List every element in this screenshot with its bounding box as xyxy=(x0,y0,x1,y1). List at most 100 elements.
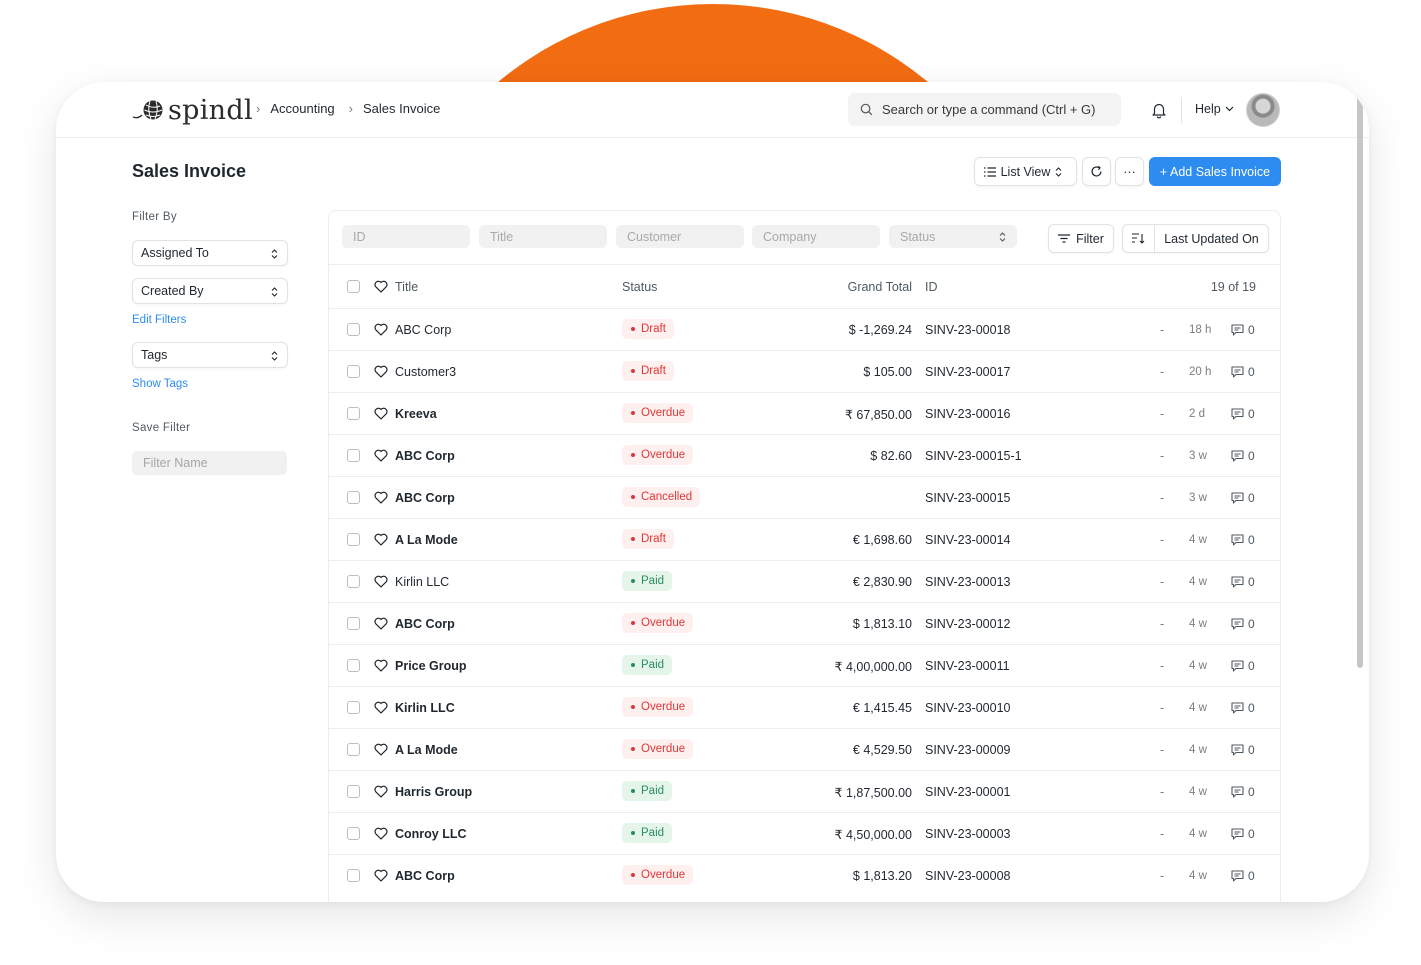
row-checkbox[interactable] xyxy=(347,365,360,378)
heart-icon[interactable] xyxy=(374,869,388,882)
row-comments[interactable]: 0 xyxy=(1231,701,1255,715)
show-tags-link[interactable]: Show Tags xyxy=(132,378,188,390)
row-comments[interactable]: 0 xyxy=(1231,491,1255,505)
assigned-to-select[interactable]: Assigned To xyxy=(132,240,288,266)
row-checkbox[interactable] xyxy=(347,869,360,882)
row-comments[interactable]: 0 xyxy=(1231,323,1255,337)
row-title[interactable]: ABC Corp xyxy=(395,869,455,883)
row-comments[interactable]: 0 xyxy=(1231,365,1255,379)
heart-icon[interactable] xyxy=(374,323,388,336)
sort-field-button[interactable]: Last Updated On xyxy=(1155,225,1268,252)
row-comments[interactable]: 0 xyxy=(1231,659,1255,673)
row-checkbox[interactable] xyxy=(347,617,360,630)
row-comments[interactable]: 0 xyxy=(1231,407,1255,421)
heart-icon[interactable] xyxy=(374,533,388,546)
breadcrumb-sales-invoice[interactable]: Sales Invoice xyxy=(363,101,440,116)
breadcrumb-accounting[interactable]: Accounting xyxy=(270,101,334,116)
row-checkbox[interactable] xyxy=(347,323,360,336)
row-title[interactable]: Kirlin LLC xyxy=(395,575,449,589)
customer-filter-input[interactable]: Customer xyxy=(616,225,744,248)
row-title[interactable]: Customer3 xyxy=(395,365,456,379)
row-checkbox[interactable] xyxy=(347,659,360,672)
row-title[interactable]: Kirlin LLC xyxy=(395,701,455,715)
table-row[interactable]: ABC Corp Overdue $ 82.60 SINV-23-00015-1 - 3 … xyxy=(329,434,1280,476)
heart-icon[interactable] xyxy=(374,827,388,840)
row-checkbox[interactable] xyxy=(347,827,360,840)
row-comments[interactable]: 0 xyxy=(1231,533,1255,547)
filter-button[interactable]: Filter xyxy=(1048,224,1114,253)
table-row[interactable]: Conroy LLC Paid ₹ 4,50,000.00 SINV-23-00003… xyxy=(329,812,1280,854)
heart-icon[interactable] xyxy=(374,659,388,672)
row-comments[interactable]: 0 xyxy=(1231,449,1255,463)
heart-icon[interactable] xyxy=(374,743,388,756)
row-title[interactable]: ABC Corp xyxy=(395,449,455,463)
row-checkbox[interactable] xyxy=(347,449,360,462)
heart-icon[interactable] xyxy=(374,407,388,420)
more-actions-button[interactable]: ··· xyxy=(1115,157,1144,186)
row-checkbox[interactable] xyxy=(347,575,360,588)
filter-name-input[interactable]: Filter Name xyxy=(132,451,287,475)
list-view-button[interactable]: List View xyxy=(974,157,1077,186)
heart-icon[interactable] xyxy=(374,701,388,714)
table-row[interactable]: ABC Corp Cancelled SINV-23-00015 - 3 w 0 xyxy=(329,476,1280,518)
row-title[interactable]: Conroy LLC xyxy=(395,827,467,841)
title-filter-input[interactable]: Title xyxy=(479,225,607,248)
logo[interactable]: spindl xyxy=(132,92,253,128)
heart-icon[interactable] xyxy=(374,365,388,378)
row-comments[interactable]: 0 xyxy=(1231,575,1255,589)
bell-icon[interactable] xyxy=(1150,101,1168,119)
row-title[interactable]: Harris Group xyxy=(395,785,472,799)
refresh-button[interactable] xyxy=(1082,157,1111,186)
select-all-checkbox[interactable] xyxy=(347,280,360,293)
heart-icon[interactable] xyxy=(374,785,388,798)
table-row[interactable]: Kreeva Overdue ₹ 67,850.00 SINV-23-00016 - 2 … xyxy=(329,392,1280,434)
row-checkbox[interactable] xyxy=(347,491,360,504)
table-row[interactable]: ABC Corp Draft $ -1,269.24 SINV-23-00018 - 18… xyxy=(329,308,1280,350)
row-checkbox[interactable] xyxy=(347,701,360,714)
row-checkbox[interactable] xyxy=(347,533,360,546)
heart-icon[interactable] xyxy=(374,280,388,293)
table-row[interactable]: Harris Group Paid ₹ 1,87,500.00 SINV-23-000… xyxy=(329,770,1280,812)
row-title[interactable]: ABC Corp xyxy=(395,323,451,337)
help-dropdown[interactable]: Help xyxy=(1195,102,1234,116)
table-row[interactable]: Customer3 Draft $ 105.00 SINV-23-00017 - 20 h… xyxy=(329,350,1280,392)
refresh-icon xyxy=(1091,165,1102,177)
row-title[interactable]: Price Group xyxy=(395,659,467,673)
heart-icon[interactable] xyxy=(374,575,388,588)
scrollbar[interactable] xyxy=(1357,96,1363,668)
row-title[interactable]: A La Mode xyxy=(395,533,458,547)
row-checkbox[interactable] xyxy=(347,407,360,420)
add-sales-invoice-button[interactable]: + Add Sales Invoice xyxy=(1149,157,1281,186)
table-row[interactable]: Kirlin LLC Overdue € 1,415.45 SINV-23-00010… xyxy=(329,686,1280,728)
row-comments[interactable]: 0 xyxy=(1231,869,1255,883)
row-comments[interactable]: 0 xyxy=(1231,743,1255,757)
search-icon xyxy=(860,103,873,116)
heart-icon[interactable] xyxy=(374,491,388,504)
table-row[interactable]: A La Mode Draft € 1,698.60 SINV-23-00014 - 4 … xyxy=(329,518,1280,560)
row-comments[interactable]: 0 xyxy=(1231,785,1255,799)
heart-icon[interactable] xyxy=(374,449,388,462)
row-title[interactable]: A La Mode xyxy=(395,743,458,757)
tags-select[interactable]: Tags xyxy=(132,342,288,368)
table-row[interactable]: Kirlin LLC Paid € 2,830.90 SINV-23-00013 - 4 … xyxy=(329,560,1280,602)
status-filter-select[interactable]: Status xyxy=(889,225,1017,248)
table-row[interactable]: A La Mode Overdue € 4,529.50 SINV-23-00009 -… xyxy=(329,728,1280,770)
row-title[interactable]: Kreeva xyxy=(395,407,437,421)
row-comments[interactable]: 0 xyxy=(1231,617,1255,631)
table-row[interactable]: ABC Corp Overdue $ 1,813.20 SINV-23-00008 - 4… xyxy=(329,854,1280,896)
row-comments[interactable]: 0 xyxy=(1231,827,1255,841)
edit-filters-link[interactable]: Edit Filters xyxy=(132,314,186,326)
row-title[interactable]: ABC Corp xyxy=(395,491,455,505)
table-row[interactable]: ABC Corp Overdue $ 1,813.10 SINV-23-00012 - 4… xyxy=(329,602,1280,644)
company-filter-input[interactable]: Company xyxy=(752,225,880,248)
table-row[interactable]: Price Group Paid ₹ 4,00,000.00 SINV-23-0001… xyxy=(329,644,1280,686)
row-checkbox[interactable] xyxy=(347,743,360,756)
avatar[interactable] xyxy=(1246,93,1280,127)
row-title[interactable]: ABC Corp xyxy=(395,617,455,631)
row-checkbox[interactable] xyxy=(347,785,360,798)
created-by-select[interactable]: Created By xyxy=(132,278,288,304)
sort-direction-button[interactable] xyxy=(1123,225,1155,252)
id-filter-input[interactable]: ID xyxy=(342,225,470,248)
heart-icon[interactable] xyxy=(374,617,388,630)
search-input[interactable]: Search or type a command (Ctrl + G) xyxy=(848,93,1121,126)
